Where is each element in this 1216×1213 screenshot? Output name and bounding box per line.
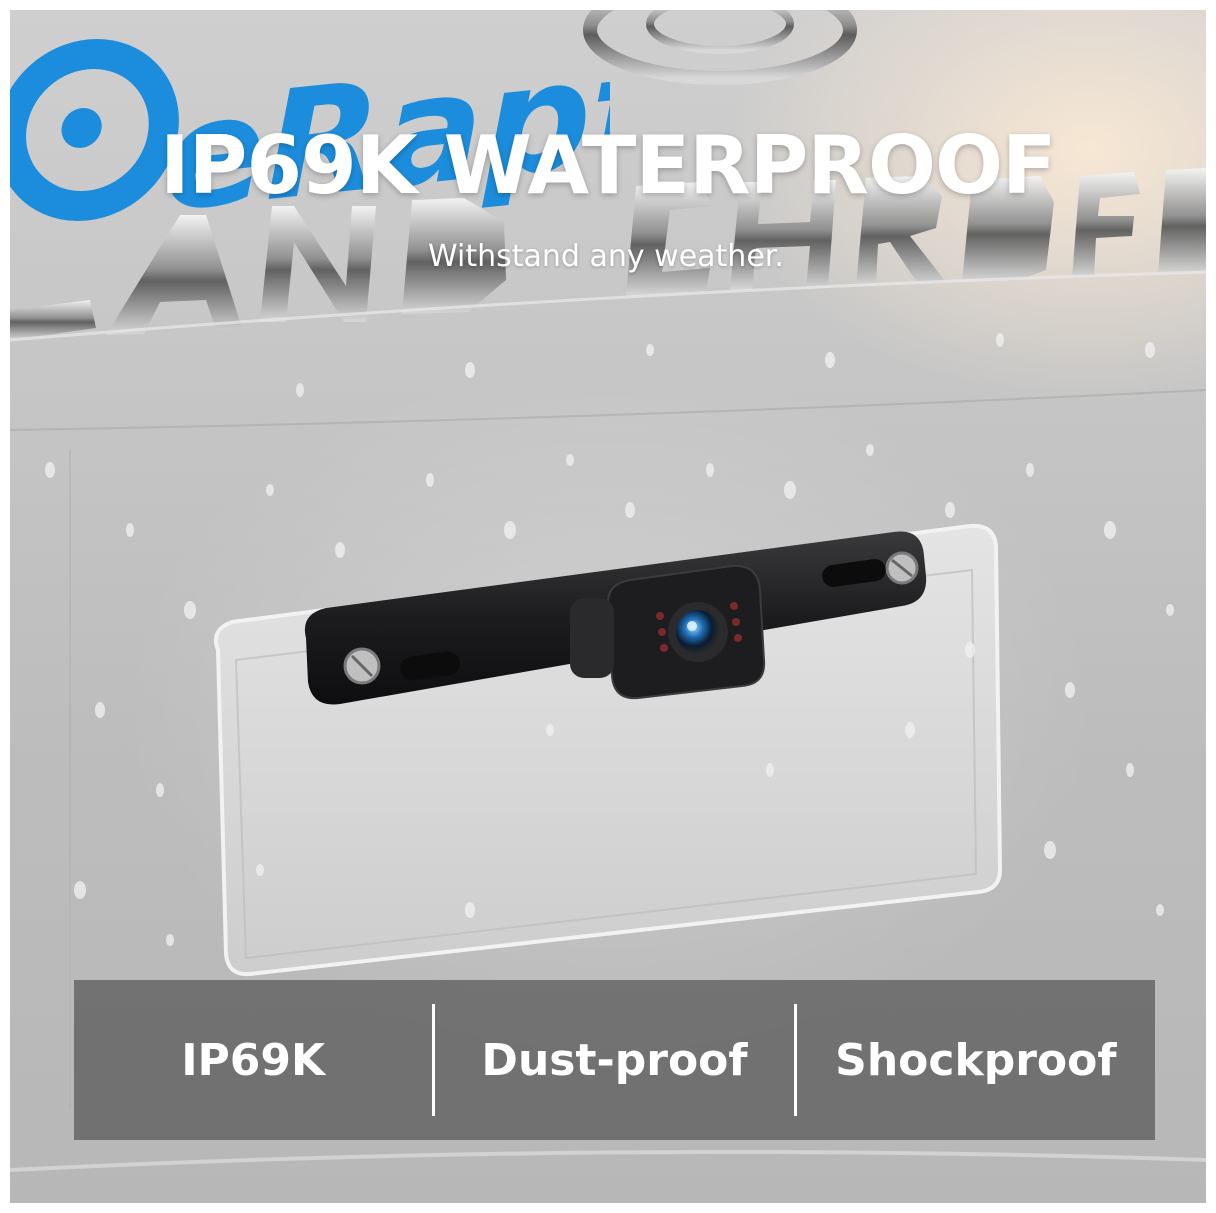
subheadline: Withstand any weather. xyxy=(428,239,784,274)
product-photo: eRapta IP69K WATERPROOF Withstand any we… xyxy=(10,10,1206,1203)
feature-bar: IP69K Dust-proof Shockproof xyxy=(74,980,1155,1140)
car-emblem xyxy=(583,10,857,85)
feature-label-ip69k: IP69K xyxy=(181,1034,326,1086)
headline: IP69K WATERPROOF xyxy=(160,119,1057,212)
feature-label-dust-proof: Dust-proof xyxy=(481,1034,748,1086)
product-banner: eRapta IP69K WATERPROOF Withstand any we… xyxy=(0,0,1216,1213)
feature-label-shockproof: Shockproof xyxy=(835,1034,1117,1086)
